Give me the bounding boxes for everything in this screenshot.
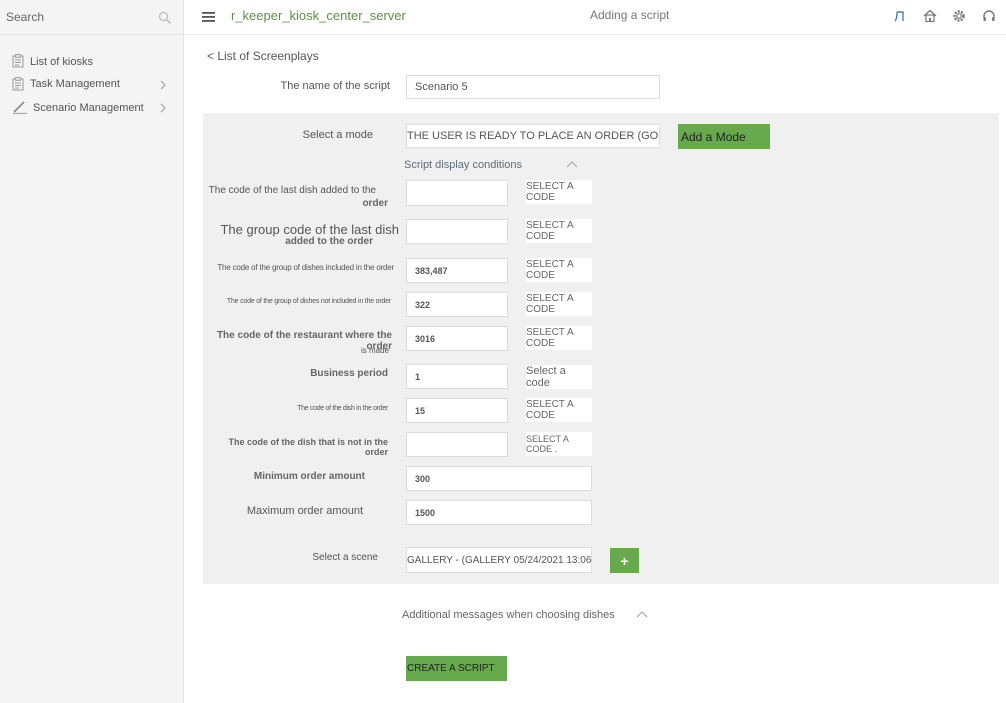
condition-label: added to the order [285,236,373,247]
sidebar-item-scenario-management[interactable]: Scenario Management [10,100,173,118]
sidebar-item-task-management[interactable]: Task Management [10,77,173,95]
script-name-label: The name of the script [280,80,390,92]
business-period-input[interactable] [406,364,508,389]
search-input[interactable] [6,9,146,25]
select-code-button[interactable]: SELECT A CODE [526,219,592,243]
restaurant-code-input[interactable] [406,326,508,351]
condition-label: The group code of the last dish [220,222,399,237]
included-group-code-input[interactable] [406,258,508,283]
condition-label: The code of the group of dishes included… [217,263,394,272]
scene-select[interactable] [406,547,592,573]
sidebar-item-label: Task Management [30,78,120,90]
condition-label: The code of the group of dishes not incl… [226,298,391,305]
sidebar: List of kiosks Task Management Scenario … [0,0,184,703]
home-icon[interactable] [923,9,937,23]
additional-messages-title: Additional messages when choosing dishes [402,609,615,621]
sidebar-item-label: Scenario Management [33,102,144,114]
scene-label: Select a scene [312,552,378,563]
app-title: r_keeper_kiosk_center_server [231,8,406,23]
condition-label: The code of the last dish added to the [208,185,376,196]
condition-label: order [362,198,388,209]
clipboard-icon [12,77,24,91]
add-mode-button[interactable]: Add a Mode [678,124,770,149]
select-code-button[interactable]: SELECT A CODE [526,292,592,316]
select-code-button[interactable]: SELECT A CODE [526,180,592,204]
clipboard-icon [12,54,24,68]
conditions-title: Script display conditions [404,159,523,171]
condition-label: The code of the dish in the order [297,405,388,412]
chevron-right-icon[interactable] [158,102,168,114]
menu-icon[interactable] [202,11,215,23]
condition-label: is made [360,346,389,355]
last-dish-group-code-input[interactable] [406,219,508,244]
gear-icon[interactable] [952,9,966,23]
dish-in-order-code-input[interactable] [406,398,508,423]
select-code-button[interactable]: SELECT A CODE . [526,432,592,456]
sidebar-item-list-of-kiosks[interactable]: List of kiosks [10,54,173,72]
select-code-button[interactable]: SELECT A CODE [526,258,592,282]
chevron-up-icon[interactable] [566,160,578,168]
max-amount-input[interactable] [406,500,592,525]
min-amount-input[interactable] [406,466,592,491]
select-code-button[interactable]: SELECT A CODE [526,398,592,422]
add-scene-button[interactable]: + [610,548,639,573]
top-bar: r_keeper_kiosk_center_server Adding a sc… [184,0,1006,35]
mode-label: Select a mode [302,129,373,141]
mode-select[interactable] [406,124,660,148]
condition-label: Business period [310,368,388,379]
last-dish-code-input[interactable] [406,180,508,206]
sidebar-item-label: List of kiosks [30,56,93,68]
dish-not-in-order-code-input[interactable] [406,432,508,457]
min-amount-label: Minimum order amount [253,471,365,482]
pencil-icon [13,101,27,114]
page-title: Adding a script [590,8,670,22]
max-amount-label: Maximum order amount [246,505,363,517]
chevron-up-icon[interactable] [636,610,648,618]
search-icon[interactable] [158,11,172,25]
user-icon[interactable] [894,9,908,23]
script-name-input[interactable] [406,75,660,99]
condition-label: The code of the dish that is not in the … [228,437,389,457]
select-code-button[interactable]: Select a code [526,365,592,389]
headset-icon[interactable] [982,9,996,23]
excluded-group-code-input[interactable] [406,292,508,317]
create-script-button[interactable]: CREATE A SCRIPT [406,656,507,681]
select-code-button[interactable]: SELECT A CODE [526,326,592,350]
back-to-screenplays-link[interactable]: < List of Screenplays [207,49,319,63]
chevron-right-icon[interactable] [158,79,168,91]
search-bar [0,0,183,35]
